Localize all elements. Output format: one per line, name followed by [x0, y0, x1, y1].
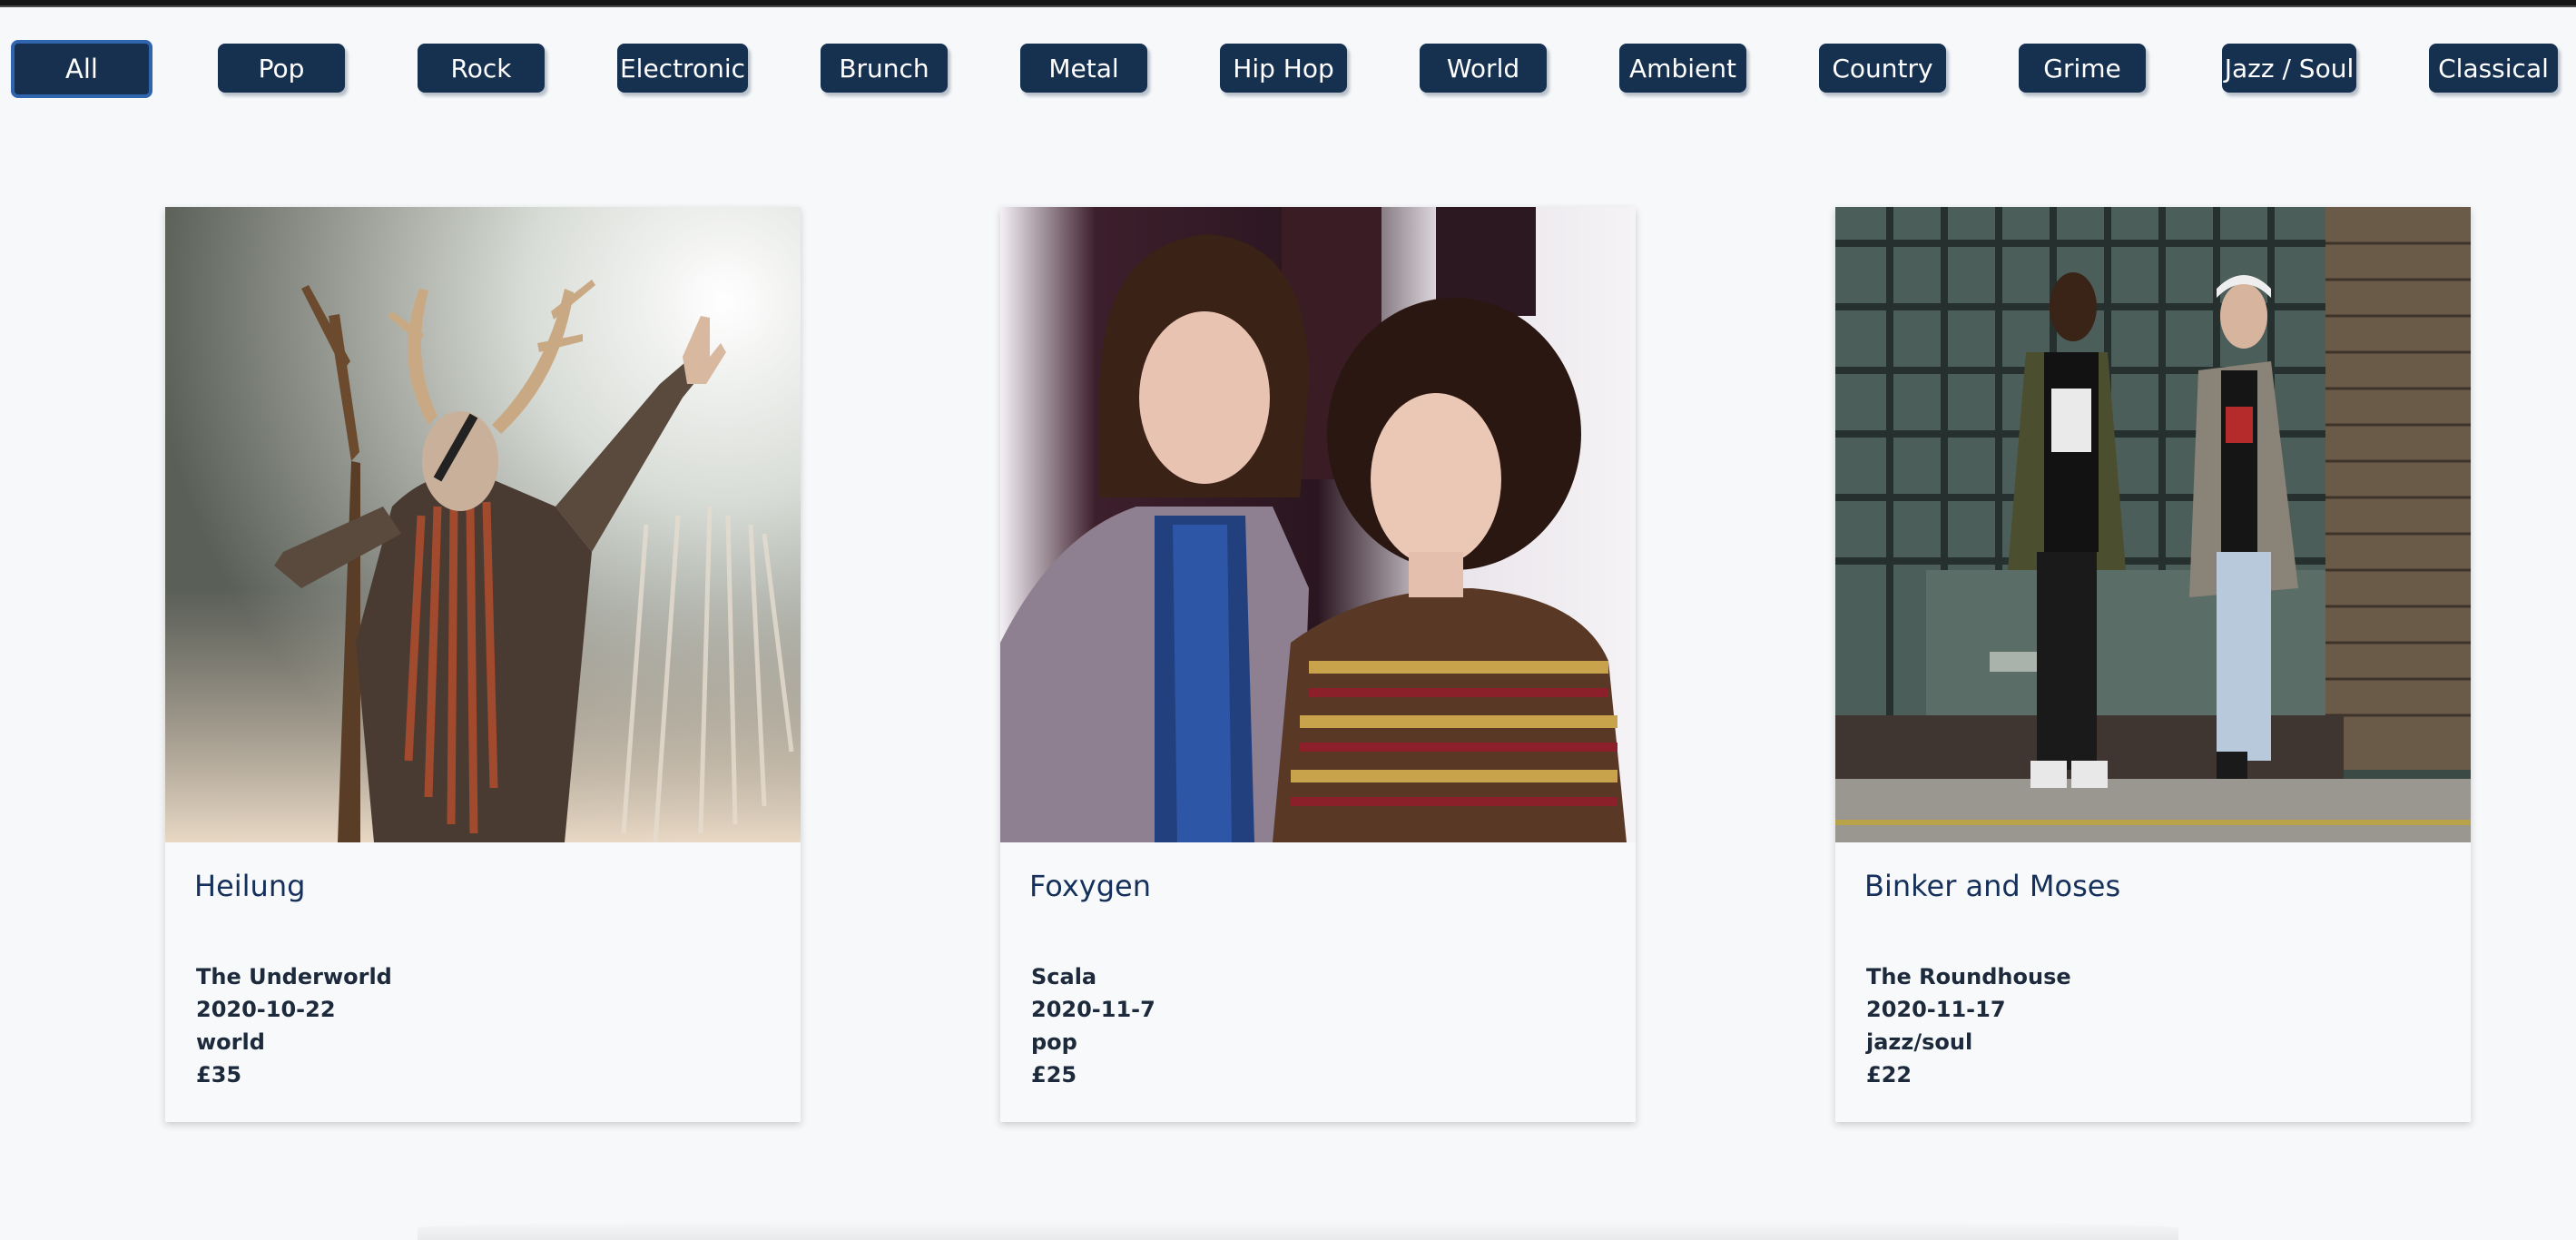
filter-country-button[interactable]: Country	[1819, 44, 1946, 93]
filter-electronic-button[interactable]: Electronic	[617, 44, 748, 93]
event-price: £25	[1031, 1062, 1077, 1087]
event-photo[interactable]	[1000, 207, 1636, 842]
event-artist[interactable]: Binker and Moses	[1864, 869, 2120, 903]
duo-against-window-wall-photo	[1835, 207, 2471, 842]
event-venue: Scala	[1031, 964, 1097, 989]
event-genre: jazz/soul	[1866, 1029, 1973, 1055]
top-image-strip	[0, 0, 2576, 7]
event-price: £22	[1866, 1062, 1912, 1087]
event-details: The Underworld 2020-10-22 world £35	[196, 960, 392, 1091]
genre-filter-bar: All Pop Rock Electronic Brunch Metal Hip…	[0, 40, 2576, 98]
filter-hip-hop-button[interactable]: Hip Hop	[1220, 44, 1347, 93]
filter-ambient-button[interactable]: Ambient	[1619, 44, 1746, 93]
performer-with-antlers-photo	[165, 207, 801, 842]
event-price: £35	[196, 1062, 242, 1087]
filter-rock-button[interactable]: Rock	[418, 44, 545, 93]
two-musicians-portrait-photo	[1000, 207, 1636, 842]
event-date: 2020-11-17	[1866, 997, 2006, 1022]
event-genre: pop	[1031, 1029, 1077, 1055]
event-photo[interactable]	[1835, 207, 2471, 842]
event-card[interactable]: Heilung The Underworld 2020-10-22 world …	[165, 207, 801, 1122]
event-artist[interactable]: Foxygen	[1029, 869, 1151, 903]
event-venue: The Roundhouse	[1866, 964, 2071, 989]
filter-world-button[interactable]: World	[1420, 44, 1547, 93]
scroll-edge-shadow	[418, 1220, 2178, 1240]
event-venue: The Underworld	[196, 964, 392, 989]
event-card[interactable]: Foxygen Scala 2020-11-7 pop £25	[1000, 207, 1636, 1122]
filter-brunch-button[interactable]: Brunch	[821, 44, 948, 93]
event-card[interactable]: Binker and Moses The Roundhouse 2020-11-…	[1835, 207, 2471, 1122]
filter-all-button[interactable]: All	[11, 40, 152, 98]
event-artist[interactable]: Heilung	[194, 869, 305, 903]
filter-pop-button[interactable]: Pop	[218, 44, 345, 93]
event-details: Scala 2020-11-7 pop £25	[1031, 960, 1155, 1091]
event-genre: world	[196, 1029, 265, 1055]
event-date: 2020-11-7	[1031, 997, 1155, 1022]
event-date: 2020-10-22	[196, 997, 336, 1022]
filter-jazz-soul-button[interactable]: Jazz / Soul	[2222, 44, 2356, 93]
event-photo[interactable]	[165, 207, 801, 842]
event-details: The Roundhouse 2020-11-17 jazz/soul £22	[1866, 960, 2071, 1091]
filter-classical-button[interactable]: Classical	[2429, 44, 2558, 93]
filter-metal-button[interactable]: Metal	[1020, 44, 1147, 93]
filter-grime-button[interactable]: Grime	[2019, 44, 2146, 93]
